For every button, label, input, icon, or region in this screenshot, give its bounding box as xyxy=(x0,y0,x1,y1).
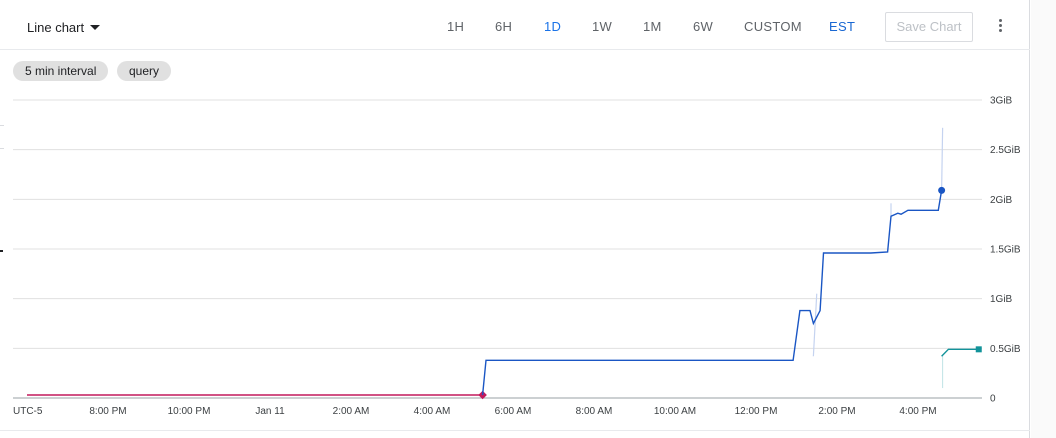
x-tick-label: 6:00 AM xyxy=(495,406,532,417)
variance-spike xyxy=(812,293,818,357)
x-tick-label: UTC-5 xyxy=(13,406,43,417)
x-tick-label: 8:00 AM xyxy=(576,406,613,417)
series-point-marker xyxy=(938,186,946,194)
series-line-2 xyxy=(941,348,979,357)
x-tick-label: Jan 11 xyxy=(255,406,285,417)
series-line-1 xyxy=(481,190,943,396)
x-tick-label: 4:00 AM xyxy=(414,406,451,417)
y-tick-label: 3GiB xyxy=(990,96,1013,107)
y-tick-label: 1.5GiB xyxy=(990,245,1021,256)
x-tick-label: 8:00 PM xyxy=(89,406,126,417)
x-tick-label: 2:00 PM xyxy=(818,406,855,417)
y-tick-label: 1GiB xyxy=(990,294,1013,305)
line-chart: 0 0.5GiB 1GiB 1.5GiB 2GiB 2.5GiB 3GiB UTC-5 8:00… xyxy=(13,96,1021,417)
x-tick-label: 4:00 PM xyxy=(899,406,936,417)
y-tick-label: 0.5GiB xyxy=(990,344,1021,355)
x-tick-label: 2:00 AM xyxy=(333,406,370,417)
bottom-divider xyxy=(0,430,1030,431)
y-tick-label: 2GiB xyxy=(990,195,1013,206)
y-tick-label: 2.5GiB xyxy=(990,145,1021,156)
y-tick-label: 0 xyxy=(990,394,996,405)
x-tick-label: 12:00 PM xyxy=(735,406,778,417)
side-gutter xyxy=(1031,0,1056,438)
x-tick-label: 10:00 AM xyxy=(654,406,696,417)
variance-spike xyxy=(941,127,944,191)
x-tick-label: 10:00 PM xyxy=(168,406,211,417)
series-point-marker xyxy=(975,346,982,353)
